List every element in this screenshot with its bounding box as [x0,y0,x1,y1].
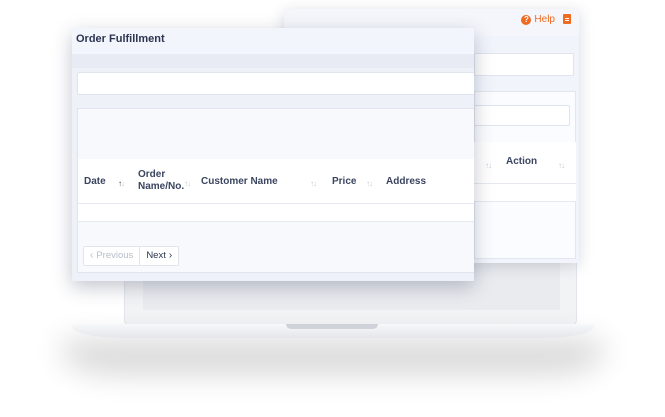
sort-icon[interactable]: ↑↓ [558,161,565,170]
previous-label: Previous [96,250,134,261]
pagination: ‹ Previous Next › [83,246,180,266]
column-header-order-line2: Name/No. [138,181,185,192]
sort-icon[interactable]: ↑↓ [310,179,317,188]
chevron-left-icon: ‹ [90,250,94,261]
laptop-notch [286,324,378,329]
sort-icon[interactable]: ↑↓ [184,179,191,188]
question-circle-icon: ? [521,14,532,25]
column-header-order-line1: Order [138,169,166,180]
table-empty-row [78,204,474,222]
column-header-action: Action [506,156,538,167]
column-header-date[interactable]: Date [84,176,106,188]
next-button[interactable]: Next › [140,247,178,265]
column-header-customer-name[interactable]: Customer Name [201,176,278,188]
sort-icon[interactable]: ↑↓ [118,179,125,188]
next-label: Next [146,250,166,261]
column-header-address[interactable]: Address [386,176,426,188]
column-header-price[interactable]: Price [332,176,356,188]
back-search-input[interactable] [474,53,574,76]
title-divider-strip [72,54,474,68]
help-label: Help [534,14,555,25]
orders-table-card: Date ↑↓ Order Name/No. ↑↓ Customer Name … [77,108,474,273]
help-link[interactable]: ? Help [521,14,555,25]
window-titlebar: Order Fulfillment [72,28,474,54]
document-icon[interactable] [563,14,571,24]
back-filter-input[interactable] [474,105,570,126]
previous-button[interactable]: ‹ Previous [84,247,141,265]
page-title: Order Fulfillment [76,33,165,45]
chevron-right-icon: › [168,250,173,261]
column-header-order[interactable]: Order Name/No. [138,169,184,193]
search-input[interactable] [77,72,474,95]
sort-icon[interactable]: ↑↓ [485,161,492,170]
table-header: Date ↑↓ Order Name/No. ↑↓ Customer Name … [78,159,474,204]
order-fulfillment-window: Order Fulfillment Date ↑↓ Order Name/No.… [72,28,474,281]
back-table-empty-row [474,184,576,202]
sort-icon[interactable]: ↑↓ [366,179,373,188]
stage: ? Help ↑↓ Action ↑↓ Order Fulfillment Da… [0,0,665,417]
